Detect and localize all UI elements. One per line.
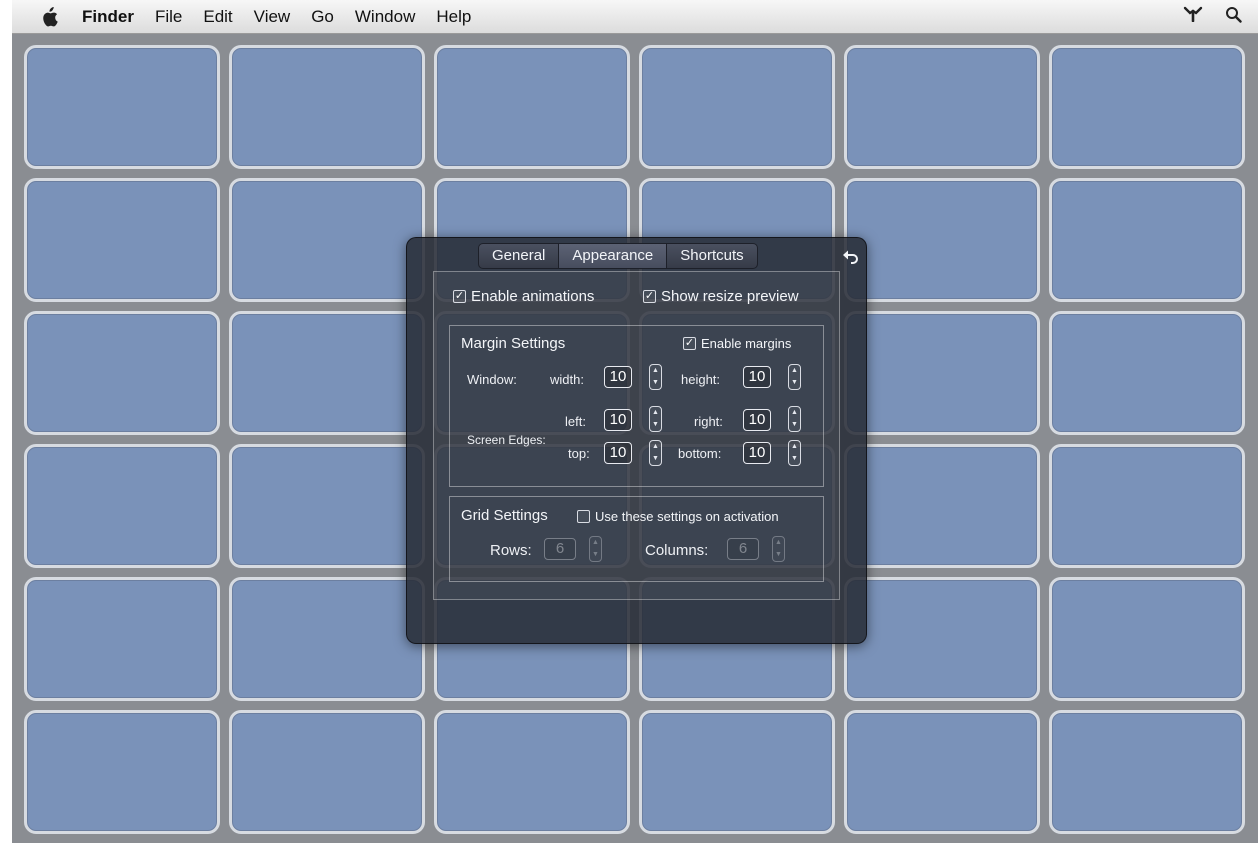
top-field[interactable]: 10	[604, 442, 632, 464]
menu-file[interactable]: File	[155, 7, 182, 27]
desktop-screen: Finder File Edit View Go Window Help Gen…	[12, 0, 1258, 843]
grid-cell[interactable]	[24, 311, 220, 435]
show-resize-preview-checkbox[interactable]: ✓ Show resize preview	[643, 288, 799, 305]
grid-cell[interactable]	[24, 444, 220, 568]
left-field[interactable]: 10	[604, 409, 632, 431]
menu-edit[interactable]: Edit	[203, 7, 232, 27]
checkbox-checked-icon: ✓	[643, 290, 656, 303]
grid-cell[interactable]	[1049, 710, 1245, 834]
grid-cell[interactable]	[229, 178, 425, 302]
grid-cell[interactable]	[1049, 577, 1245, 701]
menu-bar: Finder File Edit View Go Window Help	[12, 0, 1258, 34]
grid-settings-box: Grid Settings Use these settings on acti…	[449, 496, 824, 582]
height-field[interactable]: 10	[743, 366, 771, 388]
bottom-field[interactable]: 10	[743, 442, 771, 464]
enable-animations-label: Enable animations	[471, 288, 595, 305]
grid-cell[interactable]	[434, 710, 630, 834]
right-label: right:	[694, 414, 723, 429]
width-field[interactable]: 10	[604, 366, 632, 388]
rows-stepper[interactable]: ▲ ▼	[589, 536, 602, 562]
grid-cell[interactable]	[434, 45, 630, 169]
right-field[interactable]: 10	[743, 409, 771, 431]
bottom-stepper[interactable]: ▲ ▼	[788, 440, 801, 466]
search-icon[interactable]	[1225, 6, 1242, 28]
rows-label: Rows:	[490, 542, 532, 559]
grid-cell[interactable]	[1049, 444, 1245, 568]
width-stepper[interactable]: ▲ ▼	[649, 364, 662, 390]
grid-cell[interactable]	[639, 45, 835, 169]
columns-stepper[interactable]: ▲ ▼	[772, 536, 785, 562]
grid-cell[interactable]	[844, 178, 1040, 302]
grid-cell[interactable]	[24, 178, 220, 302]
grid-cell[interactable]	[844, 45, 1040, 169]
columns-field[interactable]: 6	[727, 538, 759, 560]
grid-cell[interactable]	[229, 45, 425, 169]
right-stepper[interactable]: ▲ ▼	[788, 406, 801, 432]
grid-cell[interactable]	[24, 45, 220, 169]
grid-cell[interactable]	[844, 577, 1040, 701]
tab-bar: General Appearance Shortcuts	[478, 243, 758, 269]
checkbox-checked-icon: ✓	[683, 337, 696, 350]
grid-cell[interactable]	[1049, 311, 1245, 435]
menu-view[interactable]: View	[254, 7, 291, 27]
enable-animations-checkbox[interactable]: ✓ Enable animations	[453, 288, 594, 305]
grid-settings-title: Grid Settings	[461, 507, 548, 524]
rows-field[interactable]: 6	[544, 538, 576, 560]
width-label: width:	[550, 372, 584, 387]
grid-cell[interactable]	[639, 710, 835, 834]
grid-cell[interactable]	[229, 577, 425, 701]
left-stepper[interactable]: ▲ ▼	[649, 406, 662, 432]
menu-window[interactable]: Window	[355, 7, 415, 27]
screen-edges-label: Screen Edges:	[467, 433, 546, 447]
tab-appearance[interactable]: Appearance	[559, 244, 668, 268]
margin-settings-box: Margin Settings ✓ Enable margins Window:…	[449, 325, 824, 487]
grid-cell[interactable]	[229, 311, 425, 435]
grid-cell[interactable]	[229, 444, 425, 568]
height-label: height:	[681, 372, 721, 387]
tab-shortcuts[interactable]: Shortcuts	[667, 244, 756, 268]
grid-cell[interactable]	[1049, 45, 1245, 169]
margin-settings-title: Margin Settings	[461, 335, 566, 352]
left-label: left:	[565, 414, 586, 429]
height-stepper[interactable]: ▲ ▼	[788, 364, 801, 390]
grid-cell[interactable]	[24, 710, 220, 834]
grid-cell[interactable]	[1049, 178, 1245, 302]
menu-finder[interactable]: Finder	[82, 7, 134, 27]
preferences-panel: General Appearance Shortcuts ✓ Enable an…	[406, 237, 867, 644]
tab-general[interactable]: General	[479, 244, 560, 268]
window-label: Window:	[467, 372, 517, 387]
checkbox-checked-icon: ✓	[453, 290, 466, 303]
top-stepper[interactable]: ▲ ▼	[649, 440, 662, 466]
grid-cell[interactable]	[844, 444, 1040, 568]
grid-cell[interactable]	[844, 710, 1040, 834]
appearance-pane: ✓ Enable animations ✓ Show resize previe…	[433, 271, 840, 600]
apple-menu-icon[interactable]	[38, 6, 60, 28]
app-tree-icon[interactable]	[1183, 6, 1203, 27]
grid-cell[interactable]	[24, 577, 220, 701]
top-label: top:	[568, 446, 590, 461]
undo-arrow-icon[interactable]	[842, 248, 860, 266]
use-on-activation-checkbox[interactable]: Use these settings on activation	[577, 509, 779, 524]
menu-help[interactable]: Help	[436, 7, 471, 27]
columns-label: Columns:	[645, 542, 709, 559]
enable-margins-checkbox[interactable]: ✓ Enable margins	[683, 336, 791, 351]
checkbox-unchecked-icon	[577, 510, 590, 523]
show-resize-preview-label: Show resize preview	[661, 288, 799, 305]
use-on-activation-label: Use these settings on activation	[595, 509, 779, 524]
menu-go[interactable]: Go	[311, 7, 334, 27]
bottom-label: bottom:	[678, 446, 722, 461]
grid-cell[interactable]	[844, 311, 1040, 435]
grid-cell[interactable]	[229, 710, 425, 834]
enable-margins-label: Enable margins	[701, 336, 792, 351]
